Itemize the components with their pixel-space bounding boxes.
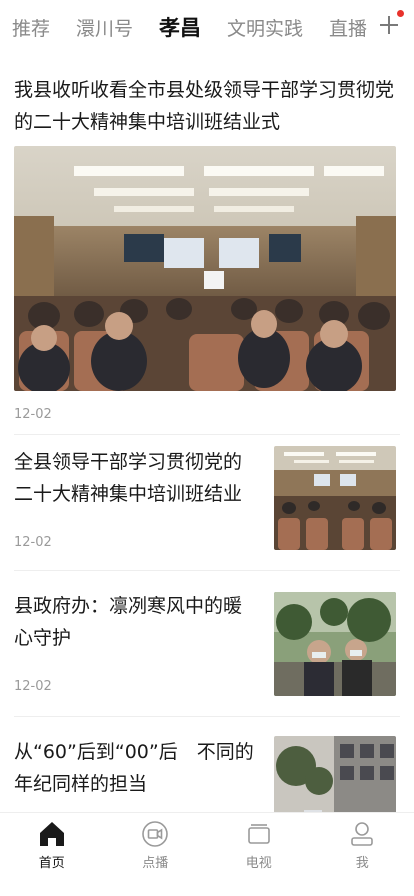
- notification-dot: [397, 10, 404, 17]
- news-item-thumbnail[interactable]: [274, 736, 396, 812]
- channel-tabs: 推荐 澴川号 孝昌 文明实践 直播: [0, 0, 414, 54]
- bottom-nav: 首页 点播 电视 我: [0, 812, 414, 896]
- news-item-thumbnail[interactable]: [274, 592, 396, 696]
- news-item-date: 12-02: [14, 679, 52, 694]
- headline-image[interactable]: [14, 146, 396, 391]
- headline-date: 12-02: [14, 407, 52, 422]
- tab-recommend[interactable]: 推荐: [12, 14, 50, 41]
- tv-icon: [247, 824, 270, 844]
- nav-me-label: 我: [355, 856, 369, 871]
- video-icon: [142, 821, 169, 847]
- nav-tv[interactable]: 电视: [207, 813, 311, 896]
- divider: [14, 434, 400, 435]
- home-icon: [39, 822, 64, 846]
- divider: [14, 716, 400, 717]
- user-icon: [351, 822, 374, 846]
- news-item-thumbnail[interactable]: [274, 446, 396, 550]
- nav-home-label: 首页: [38, 856, 65, 871]
- news-feed[interactable]: 我县收听收看全市县处级领导干部学习贯彻党的二十大精神集中培训班结业式 12-02…: [0, 54, 414, 812]
- news-item-title[interactable]: 全县领导干部学习贯彻党的二十大精神集中培训班结业: [14, 446, 254, 510]
- news-item-title[interactable]: 县政府办：凛冽寒风中的暖心守护: [14, 590, 254, 654]
- nav-tv-label: 电视: [245, 856, 272, 871]
- headline-title[interactable]: 我县收听收看全市县处级领导干部学习贯彻党的二十大精神集中培训班结业式: [14, 74, 400, 138]
- news-item-date: 12-02: [14, 535, 52, 550]
- tab-huanchuan[interactable]: 澴川号: [76, 14, 133, 41]
- add-channel-icon[interactable]: [378, 10, 404, 36]
- news-item-title[interactable]: 从“60”后到“00”后 不同的年纪同样的担当: [14, 736, 254, 800]
- nav-me[interactable]: 我: [311, 813, 414, 896]
- nav-vod-label: 点播: [142, 856, 169, 871]
- tab-civilization[interactable]: 文明实践: [227, 14, 303, 41]
- tab-xiaochang[interactable]: 孝昌: [159, 12, 201, 42]
- divider: [14, 570, 400, 571]
- tab-live[interactable]: 直播: [329, 14, 367, 41]
- nav-home[interactable]: 首页: [0, 813, 104, 896]
- nav-vod[interactable]: 点播: [104, 813, 208, 896]
